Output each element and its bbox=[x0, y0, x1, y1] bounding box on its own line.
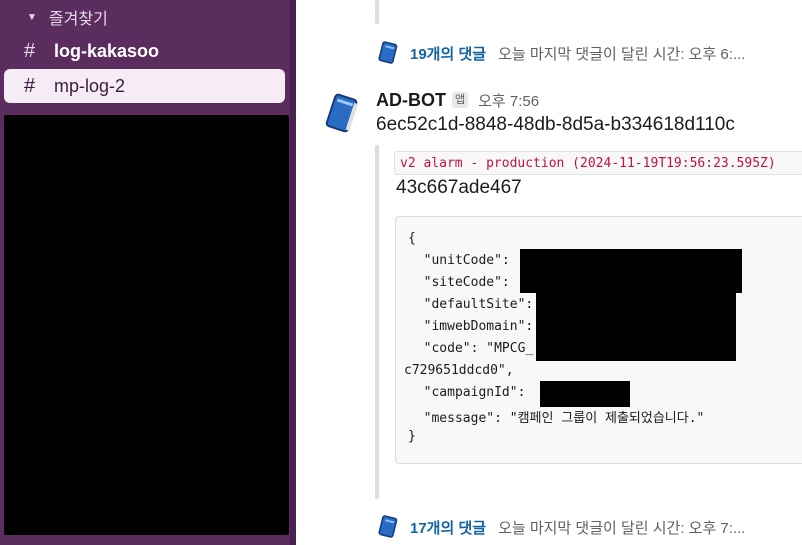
app-badge: 앱 bbox=[452, 92, 469, 108]
channel-log-kakasoo[interactable]: # log-kakasoo bbox=[4, 34, 285, 68]
code-line: c729651ddcd0", bbox=[404, 363, 514, 378]
reply-count-link[interactable]: 19개의 댓글 bbox=[410, 43, 486, 64]
bot-avatar-icon bbox=[378, 41, 398, 64]
bot-avatar-icon bbox=[378, 515, 398, 538]
thread-replies[interactable]: 19개의 댓글 오늘 마지막 댓글이 달린 시간: 오후 6:... bbox=[376, 39, 745, 67]
section-favorites-header[interactable]: ▼ 즐겨찾기 bbox=[27, 3, 108, 31]
sidebar: ▼ 즐겨찾기 # log-kakasoo # mp-log-2 bbox=[0, 0, 296, 545]
code-line: "unitCode": bbox=[408, 253, 510, 268]
code-line: "defaultSite": bbox=[408, 297, 534, 312]
channel-name: log-kakasoo bbox=[54, 40, 160, 61]
sender-name[interactable]: AD-BOT bbox=[376, 90, 446, 111]
section-label: 즐겨찾기 bbox=[48, 11, 108, 28]
attachment-bar bbox=[375, 0, 379, 24]
redacted-value bbox=[536, 293, 736, 361]
redacted-area bbox=[4, 115, 289, 535]
code-line: "siteCode": bbox=[408, 275, 510, 290]
channel-mp-log-2[interactable]: # mp-log-2 bbox=[4, 69, 285, 103]
code-line: "code": "MPCG_ bbox=[408, 341, 534, 356]
code-line: "message": "캠페인 그룹이 제출되었습니다." bbox=[408, 411, 705, 426]
bot-avatar-icon[interactable] bbox=[320, 92, 366, 138]
code-line: "imwebDomain": bbox=[408, 319, 534, 334]
message-pane: 19개의 댓글 오늘 마지막 댓글이 달린 시간: 오후 6:... AD-BO… bbox=[296, 0, 802, 545]
caret-down-icon: ▼ bbox=[27, 11, 37, 23]
reply-count-link[interactable]: 17개의 댓글 bbox=[410, 517, 486, 538]
attachment-bar bbox=[375, 145, 379, 499]
code-line: } bbox=[408, 429, 416, 444]
hash-icon: # bbox=[24, 74, 36, 97]
hash-icon: # bbox=[24, 39, 36, 62]
last-reply-time: 오늘 마지막 댓글이 달린 시간: 오후 6:... bbox=[498, 45, 746, 63]
attachment-title-code: v2 alarm - production (2024-11-19T19:56:… bbox=[394, 151, 802, 175]
attachment-subtitle: 43c667ade467 bbox=[396, 177, 522, 198]
message-header: AD-BOT 앱 오후 7:56 bbox=[376, 88, 539, 112]
message-text: 6ec52c1d-8848-48db-8d5a-b334618d110c bbox=[376, 114, 735, 135]
last-reply-time: 오늘 마지막 댓글이 달린 시간: 오후 7:... bbox=[498, 519, 746, 537]
code-block: { "unitCode": "siteCode": "defaultSite":… bbox=[395, 216, 802, 464]
message-timestamp[interactable]: 오후 7:56 bbox=[478, 90, 539, 111]
redacted-value bbox=[540, 381, 630, 407]
redacted-value bbox=[520, 249, 742, 293]
code-line: "campaignId": bbox=[408, 385, 526, 400]
channel-name: mp-log-2 bbox=[54, 75, 126, 96]
thread-replies[interactable]: 17개의 댓글 오늘 마지막 댓글이 달린 시간: 오후 7:... bbox=[376, 513, 745, 541]
code-line: { bbox=[408, 231, 416, 246]
